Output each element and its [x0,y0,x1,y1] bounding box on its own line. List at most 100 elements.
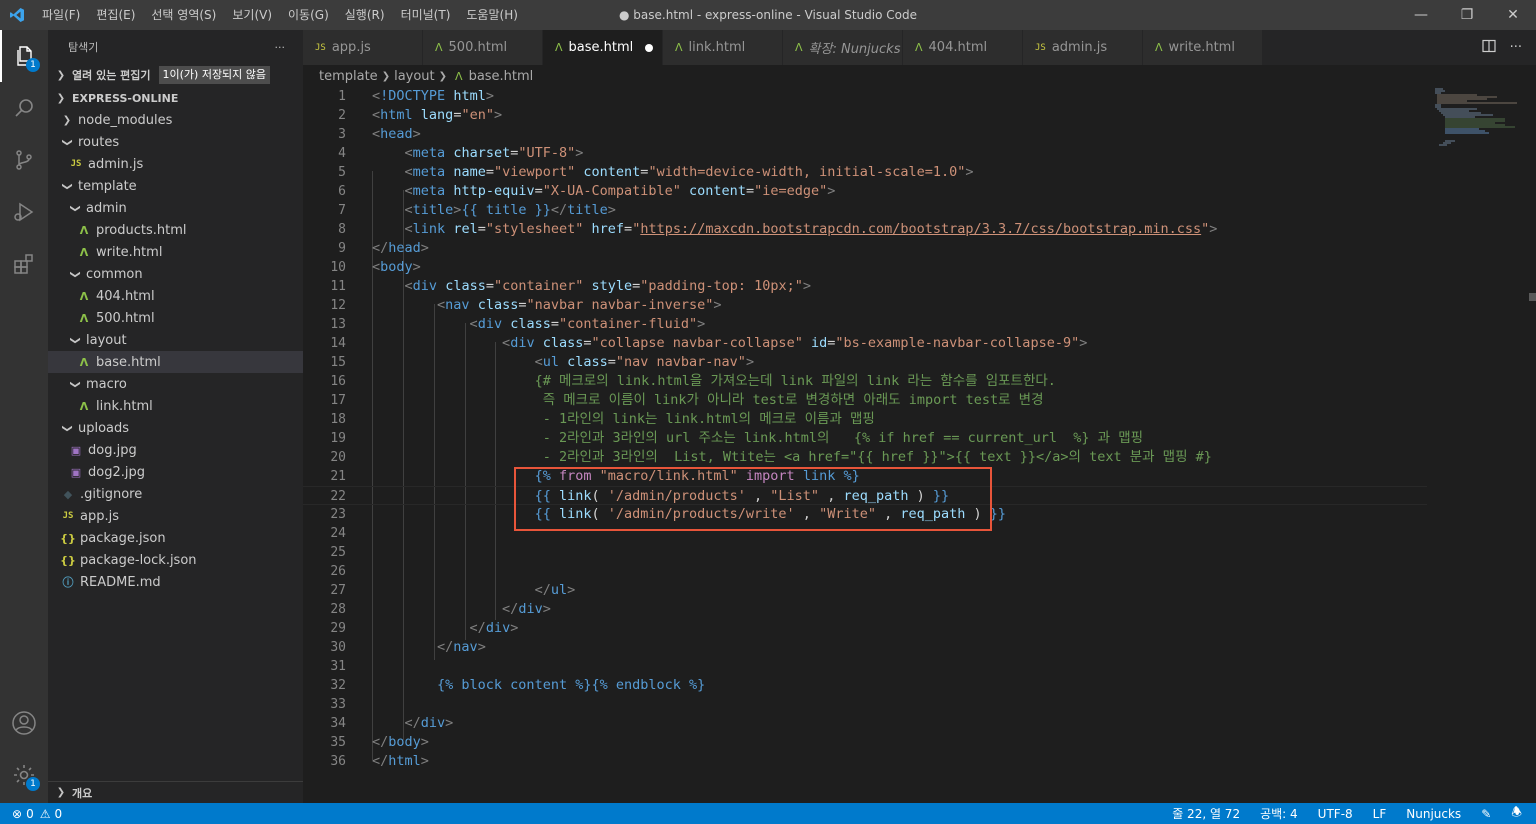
tree-item[interactable]: Λproducts.html [48,219,303,241]
vertical-scrollbar[interactable] [1527,87,1536,803]
menu-item[interactable]: 실행(R) [337,0,393,30]
code-token: > [575,145,584,161]
js-file-icon: JS [70,159,82,169]
explorer-sidebar: 탐색기 ··· ❯ 열려 있는 편집기 1이(가) 저장되지 않음 ❯ EXPR… [48,30,303,803]
tab-write-html[interactable]: Λwrite.html [1143,30,1263,65]
tree-item[interactable]: ❯ node_modules [48,109,303,131]
search-icon[interactable] [0,82,48,134]
tree-item[interactable]: ❯ template [48,175,303,197]
more-icon[interactable]: ··· [1510,40,1522,55]
source-control-icon[interactable] [0,134,48,186]
tree-item[interactable]: ▣ dog.jpg [48,439,303,461]
tab-404-html[interactable]: Λ 404.html [903,30,1023,65]
code-text: <div class="container-fluid"> [372,315,706,334]
menu-item[interactable]: 선택 영역(S) [143,0,224,30]
code-token: > [420,734,429,750]
settings-gear-icon[interactable]: 1 [0,749,48,801]
tree-item[interactable]: ⓘ README.md [48,571,303,593]
unsaved-dot-icon[interactable] [645,43,654,52]
project-label: EXPRESS-ONLINE [72,91,179,105]
html-file-icon: Λ [915,41,923,54]
tree-item-label: .gitignore [80,486,143,502]
line-number: 26 [330,564,346,579]
tab-500-html[interactable]: Λ 500.html [423,30,543,65]
tree-item[interactable]: ❯ admin [48,197,303,219]
code-token: "navbar navbar-inverse" [526,297,714,313]
minimap[interactable] [1427,87,1527,803]
encoding[interactable]: UTF-8 [1318,807,1353,821]
tree-item[interactable]: JS app.js [48,505,303,527]
tree-item[interactable]: ❯ layout [48,329,303,351]
menu-item[interactable]: 이동(G) [280,0,337,30]
tree-item[interactable]: Λwrite.html [48,241,303,263]
tab-link-html[interactable]: Λlink.html [663,30,783,65]
menu-item[interactable]: 터미널(T) [393,0,459,30]
breadcrumb-item[interactable]: template [319,69,378,84]
explorer-icon[interactable]: 1 [0,30,48,82]
restore-icon[interactable]: ❐ [1444,0,1490,30]
html-file-icon: Λ [555,41,563,54]
code-text: {# 메크로의 link.html을 가져오는데 link 파일의 link 라… [372,372,1056,391]
code-token: = [550,316,559,332]
tree-item[interactable]: JS admin.js [48,153,303,175]
tab-admin-js[interactable]: JS admin.js [1023,30,1143,65]
close-icon[interactable]: ✕ [1490,0,1536,30]
tab-base-html[interactable]: Λbase.html [543,30,663,65]
tree-item[interactable]: Λ 404.html [48,285,303,307]
tree-item[interactable]: ❯ common [48,263,303,285]
tree-item[interactable]: ❯ routes [48,131,303,153]
breadcrumb-item[interactable]: layout [394,69,435,84]
account-icon[interactable] [0,697,48,749]
code-editor[interactable]: 1 <!DOCTYPE html> 2 <html lang="en"> 3 <head>… [303,87,1536,803]
tree-item[interactable]: ▣ dog2.jpg [48,461,303,483]
tree-item[interactable]: Λbase.html [48,351,303,373]
code-token: > [420,753,429,769]
tab-app-js[interactable]: JS app.js [303,30,423,65]
more-actions-icon[interactable]: ··· [275,41,286,54]
status-bar: ⊗ 0 ⚠ 0 줄 22, 열 72 공백: 4 UTF-8 LF Nunjuc… [0,803,1536,824]
split-editor-icon[interactable] [1481,39,1496,57]
breadcrumb-item[interactable]: base.html [469,69,534,84]
code-token: </ [372,240,389,256]
tree-item[interactable]: Λlink.html [48,395,303,417]
code-token: html [388,753,421,769]
extensions-icon[interactable] [0,238,48,290]
menu-item[interactable]: 편집(E) [88,0,143,30]
menu-item[interactable]: 파일(F) [34,0,88,30]
outline-section[interactable]: ❯ 개요 [48,781,303,803]
language-mode[interactable]: Nunjucks [1406,807,1461,821]
menu-item[interactable]: 도움말(H) [458,0,526,30]
tab--nunjucks[interactable]: Λ 확장: Nunjucks [783,30,903,65]
tree-item[interactable]: {} package-lock.json [48,549,303,571]
line-number: 22 [330,489,346,504]
menu-item[interactable]: 보기(V) [224,0,280,30]
end-of-line[interactable]: LF [1373,807,1387,821]
open-editors-section[interactable]: ❯ 열려 있는 편집기 1이(가) 저장되지 않음 [48,64,303,86]
code-text: <head> [372,125,421,144]
tree-item[interactable]: {} package.json [48,527,303,549]
tree-item[interactable]: ❯ uploads [48,417,303,439]
project-section[interactable]: ❯ EXPRESS-ONLINE [48,87,303,109]
editor-actions: ··· [1481,30,1536,65]
annotation-highlight-box [514,467,992,531]
tree-item-label: app.js [80,508,119,524]
code-token: {% block content %}{% endblock %} [437,677,706,693]
feedback-icon[interactable]: ✎ [1481,807,1491,821]
tab-label: admin.js [1051,40,1108,55]
code-line: 2 <html lang="en"> [303,106,1427,125]
run-debug-icon[interactable] [0,186,48,238]
tree-item-label: macro [86,376,127,392]
tree-item[interactable]: ◆ .gitignore [48,483,303,505]
code-token: div [510,335,535,351]
cursor-position[interactable]: 줄 22, 열 72 [1172,805,1240,822]
problems-indicator[interactable]: ⊗ 0 ⚠ 0 [0,807,62,821]
indentation[interactable]: 공백: 4 [1260,805,1298,822]
minimize-icon[interactable]: — [1398,0,1444,30]
tree-item[interactable]: ❯ macro [48,373,303,395]
code-token: > [1079,335,1088,351]
notifications-bell-icon[interactable]: 🕭 [1511,803,1522,824]
tree-item[interactable]: Λ 500.html [48,307,303,329]
